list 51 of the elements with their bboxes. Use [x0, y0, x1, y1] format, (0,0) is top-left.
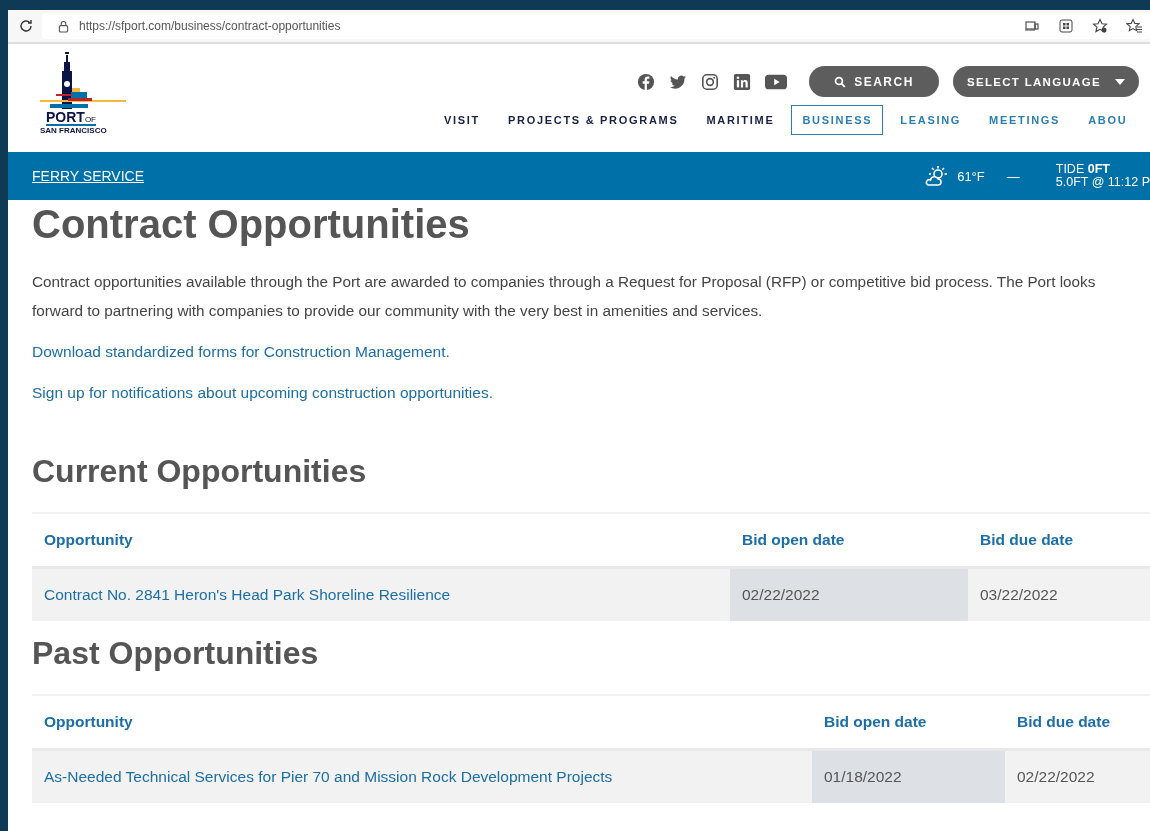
- instagram-icon[interactable]: [701, 72, 719, 91]
- device-icon[interactable]: [1024, 18, 1040, 34]
- lock-icon: [58, 19, 69, 33]
- text-link[interactable]: Download standardized forms for Construction Management.: [32, 343, 450, 361]
- nav-link[interactable]: MEETINGS: [978, 105, 1072, 135]
- opportunity-link[interactable]: Contract No. 2841 Heron's Head Park Shoreline Resilience: [32, 569, 730, 621]
- nav-link[interactable]: LEASING: [889, 105, 973, 135]
- url-text: https://sfport.com/business/contract-opportunities: [79, 19, 341, 33]
- logo-of: OF: [84, 115, 96, 124]
- tide-level: TIDE 0FT: [1055, 163, 1111, 176]
- intro-paragraph: Contract opportunities available through the Port are awarded to companies through a Request for Proposal (RFP) or competitive bid process. The Port looks forward to partnering with companies to provide our community with the very best in amenities and services.: [32, 272, 1097, 321]
- logo-city: SAN FRANCISCO: [40, 126, 107, 135]
- nav-link[interactable]: VISIT: [433, 105, 491, 135]
- apps-icon[interactable]: [1058, 18, 1074, 34]
- nav-link[interactable]: MARITIME: [695, 105, 786, 135]
- opportunity-link[interactable]: As-Needed Technical Services for Pier 70 and Mission Rock Development Projects: [32, 751, 812, 803]
- favorites-icon[interactable]: [1126, 18, 1142, 34]
- column-header[interactable]: Opportunity: [32, 713, 812, 731]
- section-heading: Past Opportunities: [32, 635, 320, 672]
- text-link[interactable]: Sign up for notifications about upcoming construction opportunities.: [32, 384, 493, 402]
- sun-cloud-icon: [925, 165, 950, 187]
- nav-link[interactable]: ABOU: [1077, 105, 1129, 135]
- youtube-icon[interactable]: [765, 72, 787, 91]
- table-cell: 02/22/2022: [730, 569, 968, 621]
- table-cell: 01/18/2022: [812, 751, 1005, 803]
- facebook-icon[interactable]: [637, 72, 655, 91]
- search-icon: [834, 75, 847, 88]
- address-bar[interactable]: https://sfport.com/business/contract-opportunities: [42, 13, 1150, 39]
- logo-name: PORT: [46, 110, 85, 124]
- nav-link[interactable]: BUSINESS: [791, 105, 884, 135]
- caret-icon: [1114, 78, 1125, 85]
- nav-link[interactable]: PROJECTS & PROGRAMS: [497, 105, 690, 135]
- table-cell-text: 02/22/2022: [1016, 767, 1096, 787]
- separator-dash: —: [1006, 168, 1020, 184]
- table-cell-text: 03/22/2022: [979, 585, 1059, 605]
- column-header[interactable]: Opportunity: [32, 531, 730, 549]
- reload-icon[interactable]: [18, 18, 34, 34]
- favorite-add-icon[interactable]: [1092, 18, 1108, 34]
- temperature: 61°F: [957, 168, 985, 184]
- port-logo[interactable]: PORTOF SAN FRANCISCO: [8, 44, 148, 152]
- column-header[interactable]: Bid open date: [812, 713, 1005, 731]
- linkedin-icon[interactable]: [733, 72, 751, 91]
- next-tide: 5.0FT @ 11:12 P: [1055, 176, 1150, 189]
- language-select[interactable]: SELECT LANGUAGE: [953, 66, 1139, 97]
- search-button[interactable]: SEARCH: [809, 66, 939, 97]
- ferry-service-link[interactable]: FERRY SERVICE: [32, 168, 145, 184]
- section-heading: Current Opportunities: [32, 453, 368, 490]
- column-header[interactable]: Bid due date: [1005, 713, 1150, 731]
- column-header[interactable]: Bid open date: [730, 531, 968, 549]
- column-header[interactable]: Bid due date: [968, 531, 1150, 549]
- page-title: Contract Opportunities: [32, 202, 470, 247]
